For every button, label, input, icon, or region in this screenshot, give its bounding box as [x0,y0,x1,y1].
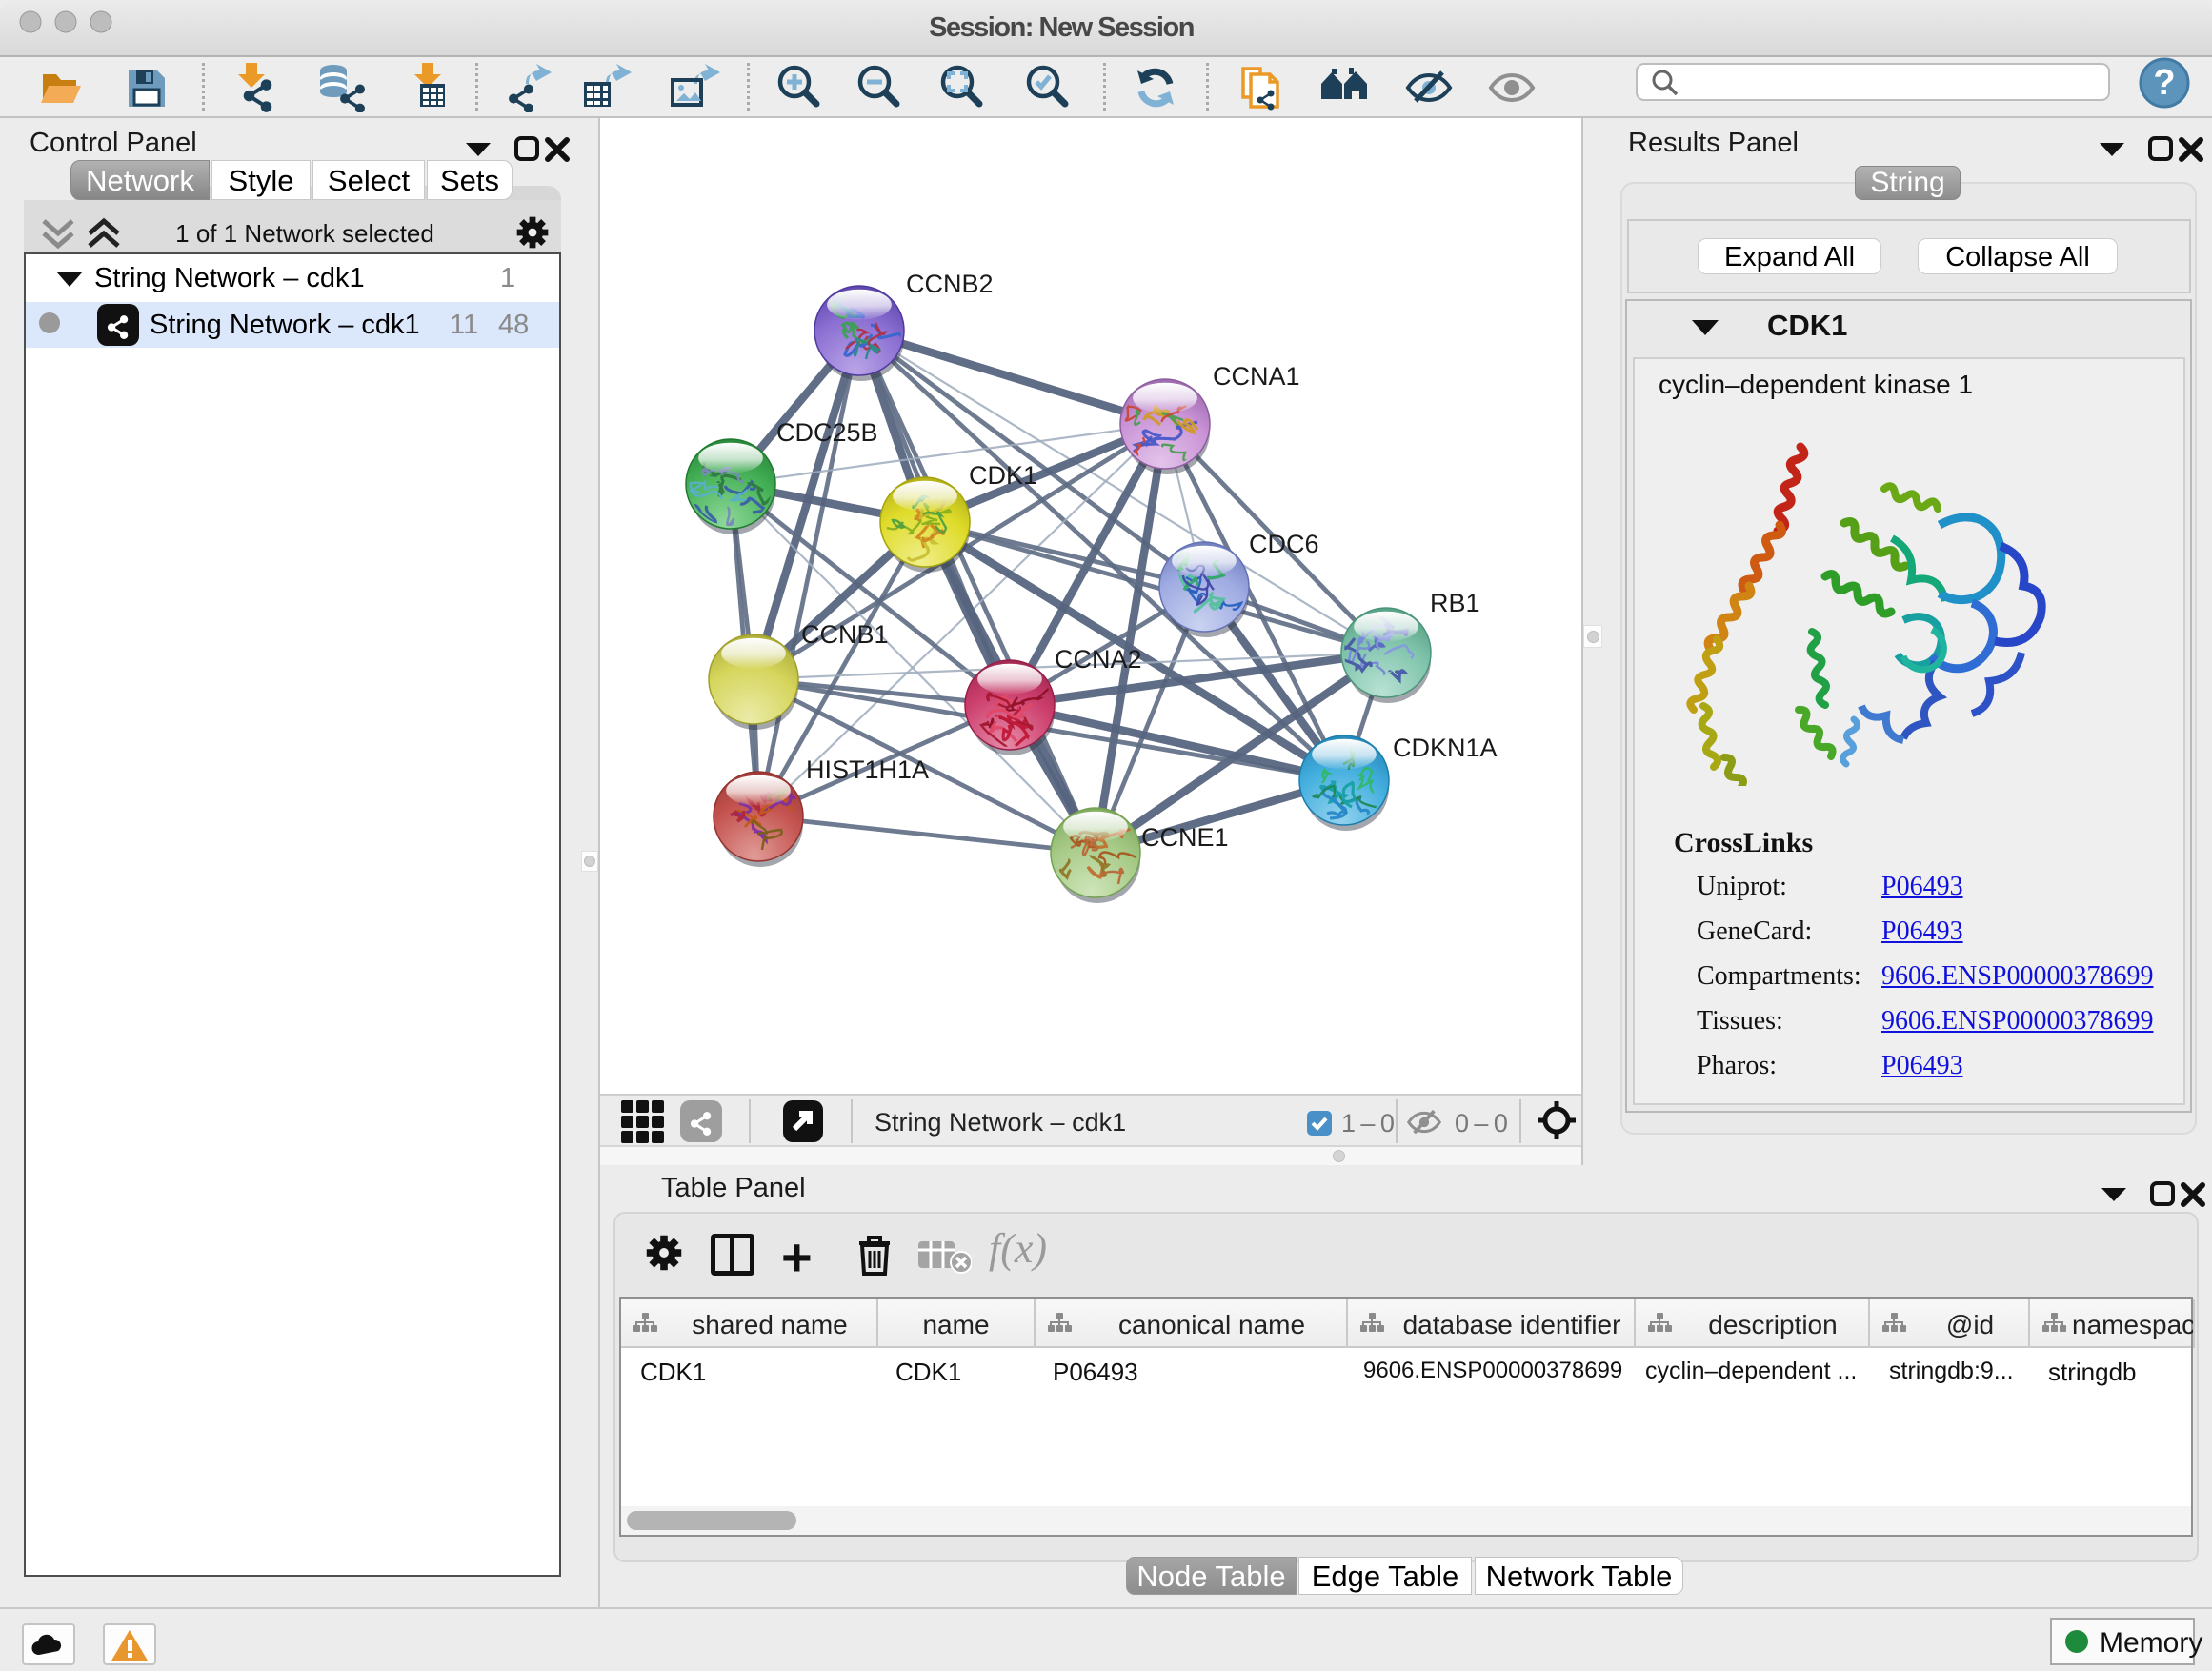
svg-text:CDC25B: CDC25B [776,418,878,447]
svg-text:HIST1H1A: HIST1H1A [806,755,929,784]
svg-text:CCNB1: CCNB1 [801,620,889,649]
svg-text:?: ? [2153,63,2175,103]
svg-text:CDC6: CDC6 [1249,530,1319,558]
svg-text:CCNA2: CCNA2 [1055,645,1142,674]
svg-text:CCNE1: CCNE1 [1141,823,1229,852]
svg-text:CCNA1: CCNA1 [1213,362,1300,391]
svg-text:CDKN1A: CDKN1A [1393,734,1498,762]
svg-text:CDK1: CDK1 [969,461,1037,490]
svg-text:RB1: RB1 [1430,589,1480,617]
svg-text:CCNB2: CCNB2 [906,270,994,298]
